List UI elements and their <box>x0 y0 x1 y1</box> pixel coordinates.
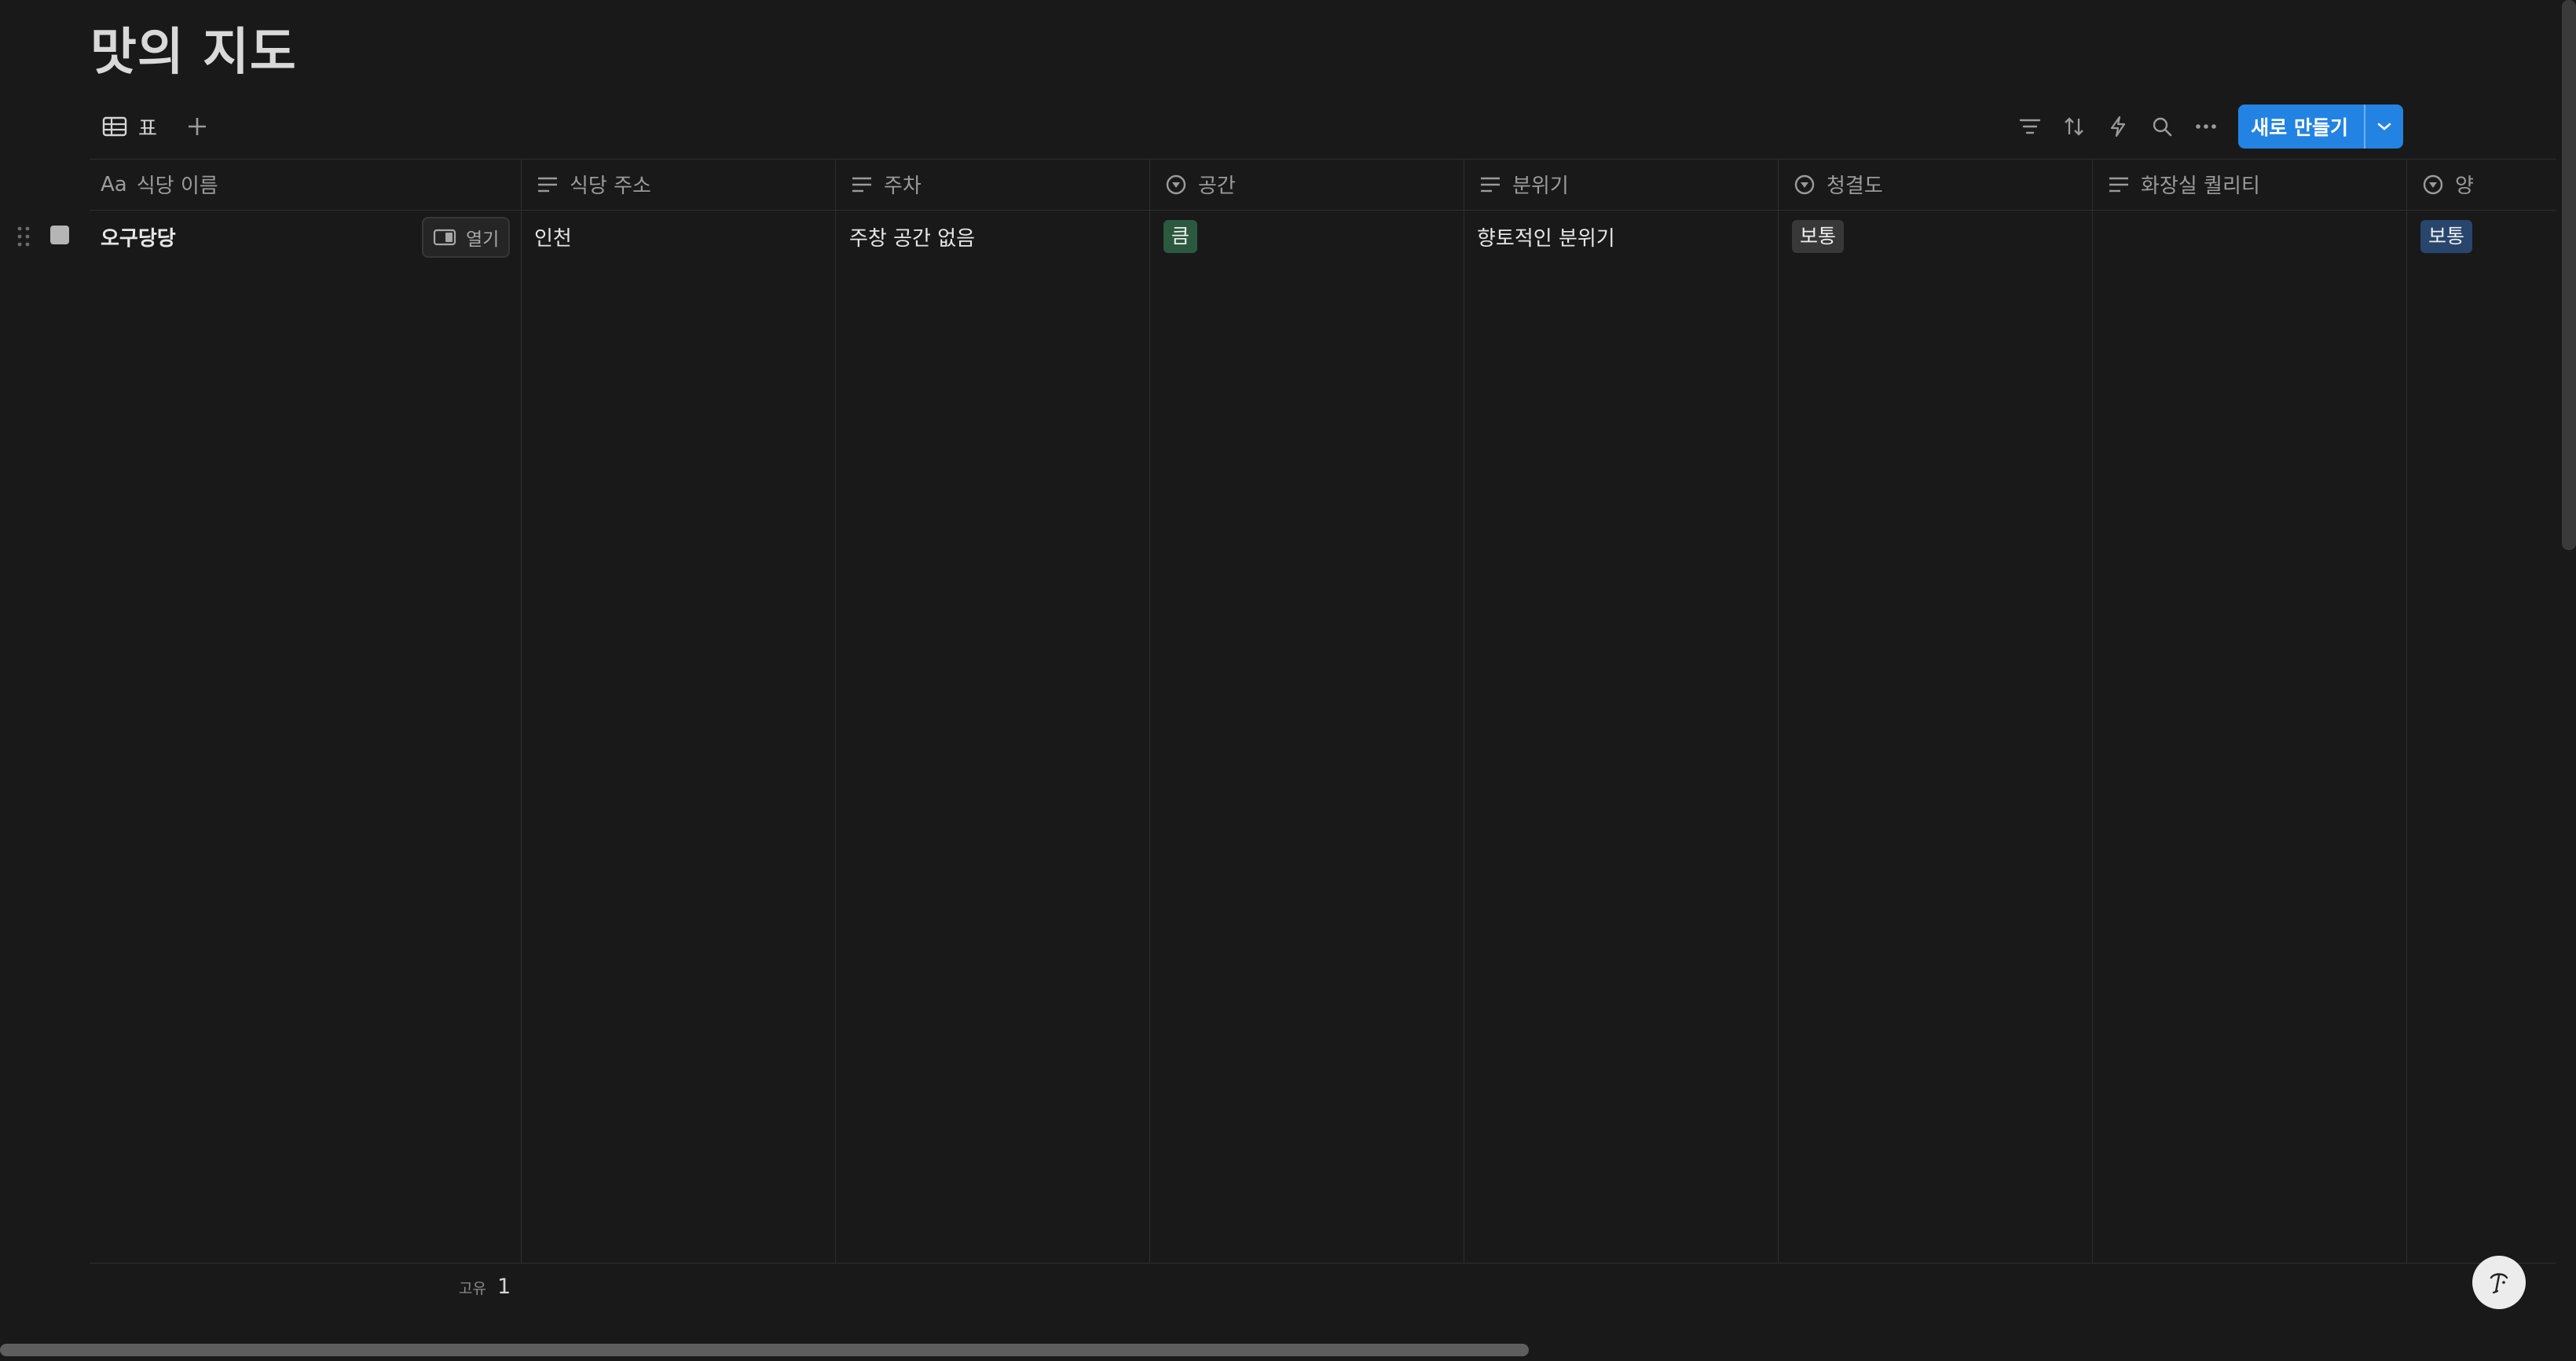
cell-parking[interactable]: 주창 공간 없음 <box>849 211 975 262</box>
column-calculation[interactable]: 고유 1 <box>459 1275 511 1299</box>
title-aa-icon: Aa <box>101 172 127 196</box>
table-icon <box>102 116 127 137</box>
drag-handle-icon[interactable] <box>16 225 31 248</box>
more-button[interactable] <box>2188 108 2224 145</box>
column-header-label: 분위기 <box>1512 174 1569 198</box>
table-bottom-border <box>90 1263 2556 1264</box>
column-divider <box>2092 159 2093 1263</box>
new-page-button[interactable]: 새로 만들기 <box>2238 105 2403 149</box>
column-header-address[interactable]: 식당 주소 <box>537 159 651 210</box>
cell-mood[interactable]: 향토적인 분위기 <box>1477 211 1615 262</box>
notion-database-page: 맛의 지도 표 새로 만들기 Aa 식당 이름 식당 주소 주차 공간 분위기 … <box>0 0 2576 1361</box>
column-header-parking[interactable]: 주차 <box>851 159 922 210</box>
automation-bolt-icon <box>2111 116 2126 138</box>
column-header-restroom-quality[interactable]: 화장실 퀄리티 <box>2108 159 2260 210</box>
cell-space[interactable]: 큼 <box>1163 211 1198 262</box>
view-tab-table[interactable]: 표 <box>102 108 157 145</box>
more-icon <box>2196 124 2217 129</box>
column-header-label: 식당 이름 <box>136 174 218 198</box>
database-toolbar: 새로 만들기 <box>2004 104 2403 149</box>
cell-address[interactable]: 인천 <box>534 211 572 262</box>
column-header-label: 공간 <box>1198 174 1236 198</box>
text-lines-icon <box>1481 177 1500 192</box>
column-header-label: 식당 주소 <box>570 174 651 198</box>
column-header-restaurant-name[interactable]: Aa 식당 이름 <box>101 159 218 210</box>
filter-button[interactable] <box>2012 108 2048 145</box>
column-header-mood[interactable]: 분위기 <box>1479 159 1569 210</box>
cell-restroom-quality[interactable] <box>2106 211 2405 262</box>
search-icon <box>2153 117 2172 137</box>
cell-cleanliness[interactable]: 보통 <box>1792 211 1845 262</box>
column-divider <box>1778 159 1779 1263</box>
column-divider <box>1149 159 1150 1263</box>
cell-restaurant-name[interactable]: 오구당당 <box>101 211 176 262</box>
column-header-label: 청결도 <box>1827 174 1883 198</box>
ai-face-icon <box>2490 1273 2508 1294</box>
column-header-label: 화장실 퀄리티 <box>2141 174 2260 198</box>
search-button[interactable] <box>2144 108 2180 145</box>
view-tab-label: 표 <box>138 116 157 141</box>
add-view-button[interactable] <box>179 108 215 145</box>
text-lines-icon <box>2109 177 2128 192</box>
row-select-checkbox[interactable] <box>50 226 69 244</box>
sort-icon <box>2065 117 2084 136</box>
chevron-down-icon <box>2377 123 2391 130</box>
open-label: 열기 <box>466 229 500 250</box>
sort-button[interactable] <box>2056 108 2092 145</box>
column-divider <box>2406 159 2407 1263</box>
space-tag: 큼 <box>1163 220 1198 253</box>
column-divider <box>521 159 522 1263</box>
column-header-portion[interactable]: 양 <box>2422 159 2474 210</box>
column-header-label: 양 <box>2455 174 2474 198</box>
select-icon <box>1794 174 1815 194</box>
side-peek-icon <box>433 229 456 246</box>
ai-assistant-button[interactable] <box>2472 1256 2526 1309</box>
column-divider <box>835 159 836 1263</box>
horizontal-scrollbar[interactable] <box>0 1344 1529 1356</box>
automation-button[interactable] <box>2100 108 2136 145</box>
column-header-space[interactable]: 공간 <box>1165 159 1236 210</box>
page-title[interactable]: 맛의 지도 <box>90 17 297 88</box>
plus-icon <box>189 118 206 135</box>
text-lines-icon <box>852 177 871 192</box>
open-page-button[interactable]: 열기 <box>422 217 511 258</box>
select-icon <box>1166 174 1186 194</box>
filter-icon <box>2020 119 2041 134</box>
vertical-scrollbar[interactable] <box>2562 0 2576 550</box>
portion-tag: 보통 <box>2420 220 2473 253</box>
cell-portion[interactable]: 보통 <box>2420 211 2473 262</box>
text-lines-icon <box>538 177 557 192</box>
cleanliness-tag: 보통 <box>1792 220 1845 253</box>
column-header-cleanliness[interactable]: 청결도 <box>1794 159 1883 210</box>
new-button-dropdown[interactable] <box>2364 105 2403 149</box>
column-header-label: 주차 <box>884 174 922 198</box>
calculation-value: 1 <box>497 1275 511 1299</box>
select-icon <box>2423 174 2443 194</box>
calculation-label: 고유 <box>459 1280 486 1297</box>
new-button-label[interactable]: 새로 만들기 <box>2238 105 2364 149</box>
